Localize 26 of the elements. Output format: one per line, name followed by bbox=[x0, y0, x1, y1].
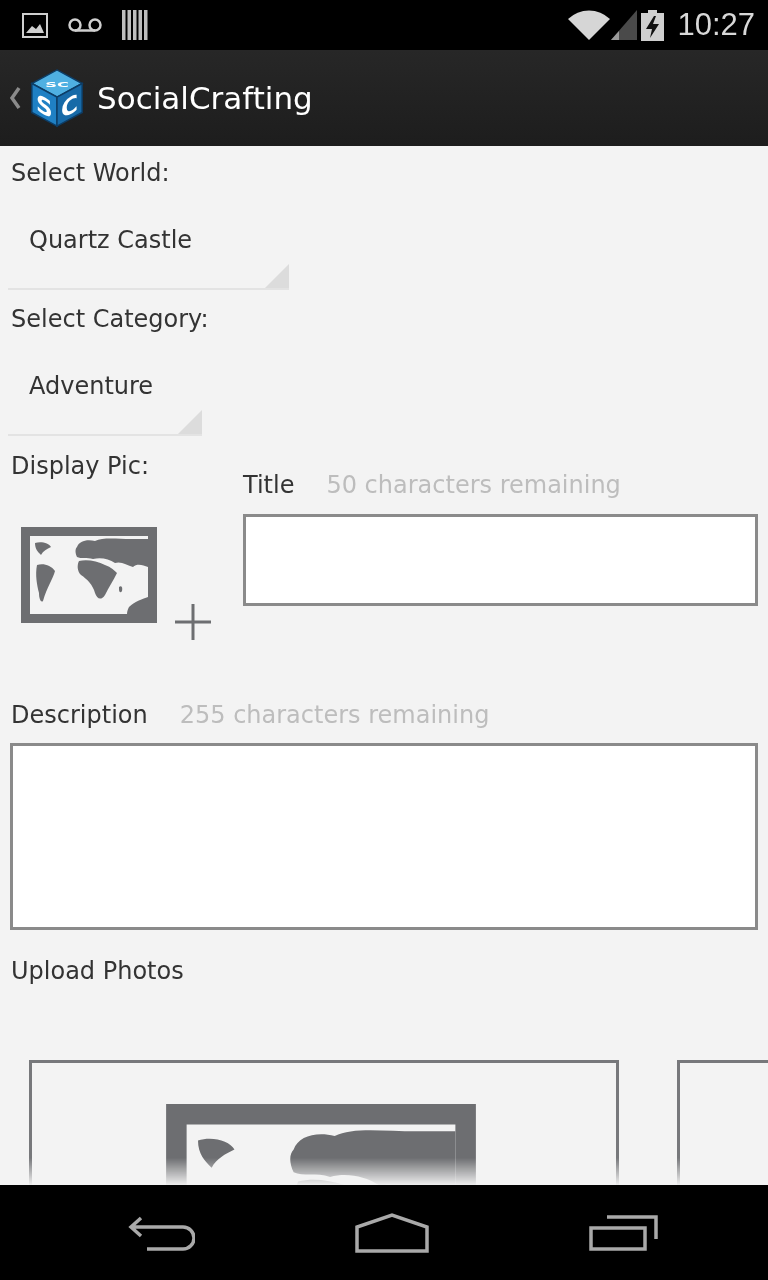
description-label: Description bbox=[11, 701, 148, 729]
world-label: Select World: bbox=[11, 159, 170, 187]
display-pic-label: Display Pic: bbox=[11, 452, 149, 480]
title-label: Title bbox=[243, 471, 295, 499]
category-label: Select Category: bbox=[11, 305, 209, 333]
status-time: 10:27 bbox=[677, 7, 755, 43]
photo-slot[interactable] bbox=[29, 1060, 619, 1185]
image-icon bbox=[22, 12, 48, 38]
wifi-icon bbox=[567, 10, 612, 40]
title-input[interactable] bbox=[243, 514, 758, 606]
map-picture-icon bbox=[166, 1104, 476, 1185]
back-icon[interactable] bbox=[127, 1214, 195, 1251]
home-icon[interactable] bbox=[355, 1212, 429, 1253]
upload-photos-label: Upload Photos bbox=[11, 957, 184, 985]
voicemail-icon bbox=[68, 18, 102, 32]
vertical-bars-icon bbox=[122, 10, 148, 40]
app-title: SocialCrafting bbox=[97, 79, 313, 118]
world-dropdown[interactable]: Quartz Castle bbox=[8, 195, 289, 290]
back-caret-icon[interactable] bbox=[9, 86, 21, 110]
signal-icon bbox=[611, 10, 638, 40]
battery-charging-icon bbox=[641, 9, 665, 41]
category-dropdown[interactable]: Adventure bbox=[8, 341, 202, 436]
plus-icon[interactable] bbox=[175, 604, 211, 640]
description-input[interactable] bbox=[10, 743, 758, 930]
map-picture-icon[interactable] bbox=[21, 527, 157, 623]
recent-apps-icon[interactable] bbox=[589, 1214, 659, 1251]
